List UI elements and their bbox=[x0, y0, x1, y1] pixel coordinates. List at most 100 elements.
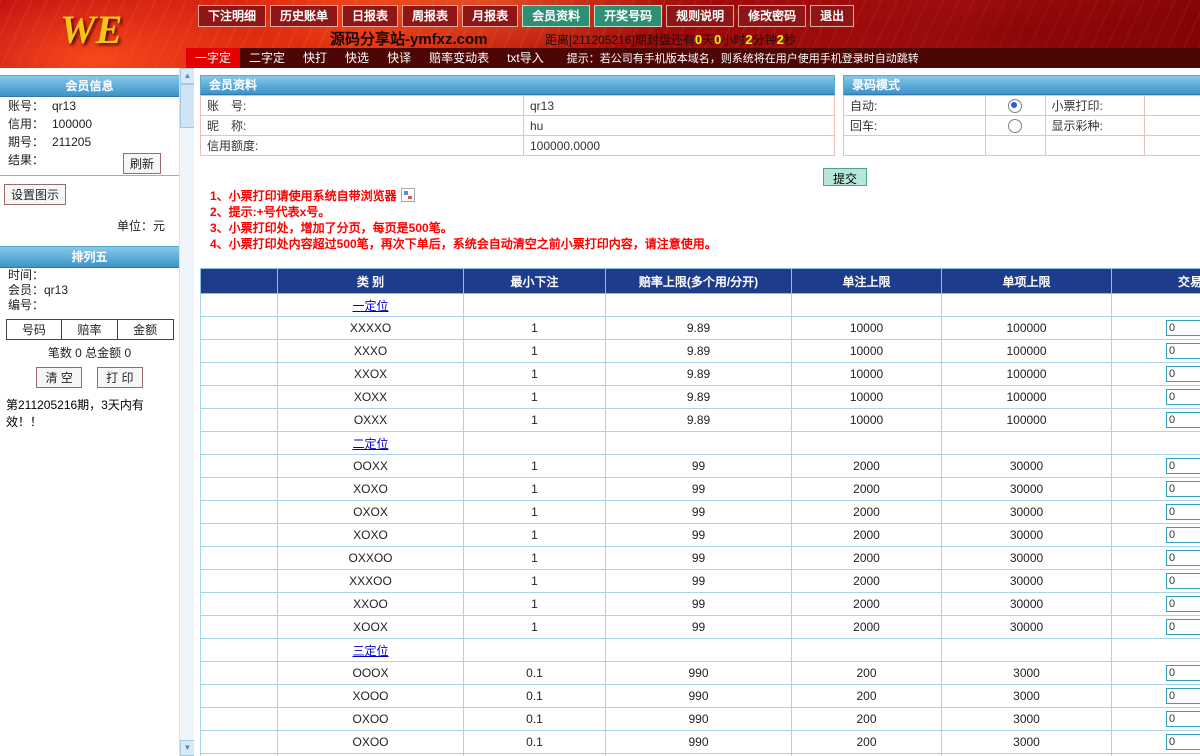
odds-row: XOXX19.8910000100000 bbox=[201, 386, 1200, 409]
limit-input[interactable] bbox=[1166, 481, 1200, 497]
note-line: 3、小票打印处，增加了分页，每页是500笔。 bbox=[210, 220, 717, 236]
odds-section-link[interactable]: 一定位 bbox=[352, 299, 388, 313]
single-bet-limit-cell: 2000 bbox=[792, 616, 942, 639]
issue-label: 期号： bbox=[8, 135, 52, 149]
odds-limit-cell: 9.89 bbox=[606, 386, 792, 409]
profile-account-label: 账 号: bbox=[201, 96, 524, 116]
top-nav-button[interactable]: 修改密码 bbox=[738, 5, 806, 27]
limit-input[interactable] bbox=[1166, 711, 1200, 727]
single-bet-limit-cell: 200 bbox=[792, 708, 942, 731]
limit-input[interactable] bbox=[1166, 527, 1200, 543]
top-nav-button[interactable]: 会员资料 bbox=[522, 5, 590, 27]
top-nav-button[interactable]: 历史账单 bbox=[270, 5, 338, 27]
odds-limit-cell: 990 bbox=[606, 685, 792, 708]
limit-input[interactable] bbox=[1166, 458, 1200, 474]
game-title-header: 排列五 bbox=[0, 246, 179, 268]
min-bet-cell: 1 bbox=[464, 363, 606, 386]
single-bet-limit-cell: 10000 bbox=[792, 340, 942, 363]
top-nav-button[interactable]: 月报表 bbox=[462, 5, 518, 27]
single-bet-limit-cell: 2000 bbox=[792, 524, 942, 547]
odds-row: OOOX0.19902003000 bbox=[201, 662, 1200, 685]
limit-input[interactable] bbox=[1166, 688, 1200, 704]
profile-credit-value: 100000.0000 bbox=[524, 136, 835, 156]
category-cell: OXOO bbox=[278, 731, 464, 754]
top-nav-button[interactable]: 退出 bbox=[810, 5, 854, 27]
top-nav-button[interactable]: 开奖号码 bbox=[594, 5, 662, 27]
sub-nav-tab[interactable]: 赔率变动表 bbox=[420, 48, 498, 68]
odds-limit-cell: 99 bbox=[606, 593, 792, 616]
min-bet-cell: 0.1 bbox=[464, 731, 606, 754]
item-limit-cell: 100000 bbox=[942, 363, 1112, 386]
sub-nav-tab[interactable]: 快译 bbox=[378, 48, 420, 68]
single-bet-limit-cell: 200 bbox=[792, 731, 942, 754]
odds-column-header: 交易层 bbox=[1112, 269, 1200, 294]
scroll-up-arrow-icon[interactable]: ▲ bbox=[180, 68, 195, 84]
odds-limit-cell: 990 bbox=[606, 708, 792, 731]
top-nav-button[interactable]: 规则说明 bbox=[666, 5, 734, 27]
record-radio-1[interactable] bbox=[1008, 119, 1022, 133]
odds-limit-cell: 9.89 bbox=[606, 317, 792, 340]
odds-section-link[interactable]: 三定位 bbox=[352, 644, 388, 658]
limit-input[interactable] bbox=[1166, 343, 1200, 359]
bet-col-amount: 金额 bbox=[117, 320, 173, 340]
clear-button[interactable]: 清 空 bbox=[36, 367, 81, 388]
min-bet-cell: 1 bbox=[464, 340, 606, 363]
min-bet-cell: 0.1 bbox=[464, 685, 606, 708]
category-cell: XXXOO bbox=[278, 570, 464, 593]
member-profile-header: 会员资料 bbox=[200, 75, 835, 95]
sub-nav-tab[interactable]: 二字定 bbox=[240, 48, 294, 68]
odds-row: XXXXO19.8910000100000 bbox=[201, 317, 1200, 340]
record-radio-0[interactable] bbox=[1008, 99, 1022, 113]
limit-input[interactable] bbox=[1166, 550, 1200, 566]
item-limit-cell: 30000 bbox=[942, 524, 1112, 547]
number-label: 编号： bbox=[0, 298, 179, 313]
category-cell: OXXX bbox=[278, 409, 464, 432]
limit-input[interactable] bbox=[1166, 389, 1200, 405]
scroll-thumb[interactable] bbox=[180, 84, 195, 128]
odds-column-header: 最小下注 bbox=[464, 269, 606, 294]
single-bet-limit-cell: 10000 bbox=[792, 363, 942, 386]
submit-button[interactable]: 提交 bbox=[823, 168, 867, 186]
single-bet-limit-cell: 2000 bbox=[792, 547, 942, 570]
top-nav-button[interactable]: 日报表 bbox=[342, 5, 398, 27]
profile-credit-label: 信用额度: bbox=[201, 136, 524, 156]
refresh-button[interactable]: 刷新 bbox=[123, 153, 161, 174]
sub-nav-tab[interactable]: 快打 bbox=[294, 48, 336, 68]
limit-input[interactable] bbox=[1166, 412, 1200, 428]
issue-value: 211205 bbox=[52, 135, 91, 149]
category-cell: XXOO bbox=[278, 593, 464, 616]
sub-nav-tab[interactable]: 快选 bbox=[336, 48, 378, 68]
limit-input[interactable] bbox=[1166, 504, 1200, 520]
min-bet-cell: 0.1 bbox=[464, 708, 606, 731]
odds-row: XXXO19.8910000100000 bbox=[201, 340, 1200, 363]
scroll-down-arrow-icon[interactable]: ▼ bbox=[180, 740, 195, 756]
odds-limit-cell: 99 bbox=[606, 524, 792, 547]
credit-label: 信用： bbox=[8, 117, 52, 131]
print-button[interactable]: 打 印 bbox=[97, 367, 142, 388]
sub-nav-tab[interactable]: 一字定 bbox=[186, 48, 240, 68]
odds-section-link[interactable]: 二定位 bbox=[352, 437, 388, 451]
item-limit-cell: 30000 bbox=[942, 593, 1112, 616]
limit-input[interactable] bbox=[1166, 619, 1200, 635]
settings-diagram-button[interactable]: 设置图示 bbox=[4, 184, 66, 205]
limit-input[interactable] bbox=[1166, 734, 1200, 750]
limit-input[interactable] bbox=[1166, 596, 1200, 612]
top-nav-button[interactable]: 下注明细 bbox=[198, 5, 266, 27]
result-label: 结果： bbox=[8, 153, 52, 167]
top-nav-button[interactable]: 周报表 bbox=[402, 5, 458, 27]
member-info-header: 会员信息 bbox=[0, 75, 179, 97]
sub-nav-tab[interactable]: txt导入 bbox=[498, 48, 553, 68]
odds-row: XOOX199200030000 bbox=[201, 616, 1200, 639]
site-logo: WE bbox=[60, 6, 122, 53]
limit-input[interactable] bbox=[1166, 320, 1200, 336]
limit-input[interactable] bbox=[1166, 573, 1200, 589]
main-scrollbar[interactable]: ▲ ▼ bbox=[179, 68, 195, 756]
category-cell: XXXO bbox=[278, 340, 464, 363]
limit-input[interactable] bbox=[1166, 366, 1200, 382]
limit-input[interactable] bbox=[1166, 665, 1200, 681]
category-cell: XXXXO bbox=[278, 317, 464, 340]
odds-column-header bbox=[201, 269, 278, 294]
min-bet-cell: 1 bbox=[464, 455, 606, 478]
odds-column-header: 类 别 bbox=[278, 269, 464, 294]
min-bet-cell: 0.1 bbox=[464, 662, 606, 685]
